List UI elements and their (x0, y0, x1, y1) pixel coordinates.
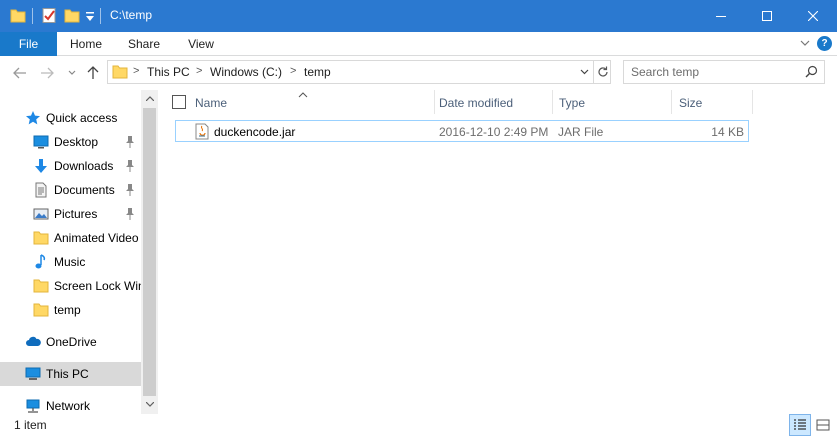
nav-item-downloads[interactable]: Downloads (0, 154, 141, 178)
refresh-button[interactable] (593, 61, 611, 83)
recent-locations-button[interactable] (63, 64, 81, 82)
search-icon[interactable] (805, 65, 818, 81)
ribbon-tabs: File Home Share View ? (0, 32, 837, 56)
nav-label: Downloads (54, 159, 114, 173)
nav-item-music[interactable]: Music (0, 250, 141, 274)
breadcrumb-chevron-icon[interactable]: > (196, 65, 202, 77)
forward-button[interactable] (38, 64, 56, 82)
documents-icon (33, 182, 49, 198)
nav-label: Desktop (54, 135, 99, 149)
download-icon (33, 158, 49, 174)
search-input[interactable]: Search temp (623, 60, 825, 84)
nav-item-quick-access[interactable]: Quick access (0, 106, 141, 130)
cloud-icon (25, 334, 41, 350)
column-header-type[interactable]: Type (553, 90, 671, 114)
folder-icon (10, 7, 26, 24)
properties-icon[interactable] (41, 7, 57, 24)
column-size-label: Size (679, 96, 703, 110)
desktop-icon (33, 134, 49, 150)
search-placeholder: Search temp (631, 65, 700, 79)
nav-label: Documents (54, 183, 115, 197)
file-date: 2016-12-10 2:49 PM (439, 125, 549, 139)
nav-label: Pictures (54, 207, 98, 221)
nav-label: Quick access (46, 111, 118, 125)
file-type: JAR File (558, 125, 604, 139)
nav-item-documents[interactable]: Documents (0, 178, 141, 202)
nav-label: Music (54, 255, 86, 269)
file-row[interactable]: duckencode.jar 2016-12-10 2:49 PM JAR Fi… (175, 120, 749, 142)
column-type-label: Type (559, 96, 586, 110)
network-icon (25, 398, 41, 414)
pictures-icon (33, 206, 49, 222)
nav-label: This PC (46, 367, 89, 381)
nav-item-animated-video[interactable]: Animated Video (0, 226, 141, 250)
pin-icon[interactable] (124, 135, 136, 149)
item-count: 1 item (14, 418, 47, 432)
folder-icon (33, 230, 49, 246)
up-button[interactable] (84, 64, 102, 82)
nav-item-pictures[interactable]: Pictures (0, 202, 141, 226)
title-bar: C:\temp (0, 0, 837, 32)
nav-label: Animated Video (54, 231, 139, 245)
address-dropdown-button[interactable] (575, 61, 593, 83)
scroll-down-icon[interactable] (141, 396, 158, 413)
file-list: Name Date modified Type Size duckencode.… (158, 90, 837, 414)
nav-label: temp (54, 303, 81, 317)
folder-icon (33, 302, 49, 318)
nav-item-this-pc[interactable]: This PC (0, 362, 141, 386)
file-name[interactable]: duckencode.jar (214, 125, 295, 139)
window-title: C:\temp (110, 8, 153, 22)
nav-label: Screen Lock Win (54, 279, 141, 293)
breadcrumb-chevron-icon[interactable]: > (133, 65, 139, 77)
nav-item-screen-lock-win[interactable]: Screen Lock Win (0, 274, 141, 298)
nav-item-temp[interactable]: temp (0, 298, 141, 322)
navigation-bar: > This PC > Windows (C:) > temp Search t… (0, 56, 837, 90)
folder-icon (112, 64, 128, 83)
nav-item-onedrive[interactable]: OneDrive (0, 330, 141, 354)
back-button[interactable] (11, 64, 29, 82)
large-icons-view-button[interactable] (812, 414, 834, 436)
status-bar: 1 item (0, 414, 837, 437)
scrollbar-thumb[interactable] (143, 108, 156, 396)
jar-file-icon (194, 123, 210, 143)
breadcrumb-this-pc[interactable]: This PC (147, 65, 190, 79)
pin-icon[interactable] (124, 183, 136, 197)
nav-label: Network (46, 399, 91, 413)
sort-ascending-icon (298, 87, 308, 101)
details-view-button[interactable] (789, 414, 811, 436)
address-bar[interactable]: > This PC > Windows (C:) > temp (107, 60, 611, 84)
star-icon (25, 110, 41, 126)
customize-toolbar-icon[interactable] (84, 11, 100, 28)
minimize-button[interactable] (698, 0, 744, 32)
breadcrumb-chevron-icon[interactable]: > (290, 65, 296, 77)
computer-icon (25, 366, 41, 382)
pin-icon[interactable] (124, 207, 136, 221)
column-header-date[interactable]: Date modified (435, 90, 552, 114)
tab-share[interactable]: Share (120, 32, 168, 56)
select-all-checkbox[interactable] (172, 95, 186, 112)
nav-item-desktop[interactable]: Desktop (0, 130, 141, 154)
column-name-label: Name (195, 96, 228, 110)
breadcrumb-temp[interactable]: temp (304, 65, 331, 79)
nav-scrollbar[interactable] (141, 90, 158, 414)
tab-file[interactable]: File (0, 32, 57, 56)
navigation-pane: Quick access Desktop Downloads Documents (0, 90, 158, 414)
folder-icon (33, 278, 49, 294)
close-button[interactable] (790, 0, 836, 32)
music-icon (33, 254, 49, 270)
breadcrumb-windows-c[interactable]: Windows (C:) (210, 65, 282, 79)
scroll-up-icon[interactable] (141, 90, 158, 107)
tab-home[interactable]: Home (62, 32, 110, 56)
maximize-button[interactable] (744, 0, 790, 32)
expand-ribbon-icon[interactable] (799, 37, 811, 49)
pin-icon[interactable] (124, 159, 136, 173)
column-header-size[interactable]: Size (672, 90, 752, 114)
new-folder-icon[interactable] (64, 7, 80, 24)
file-size: 14 KB (711, 125, 744, 139)
tab-view[interactable]: View (177, 32, 225, 56)
column-header-name[interactable]: Name (158, 90, 434, 114)
nav-label: OneDrive (46, 335, 97, 349)
column-date-label: Date modified (439, 96, 514, 110)
help-icon[interactable]: ? (817, 36, 832, 51)
